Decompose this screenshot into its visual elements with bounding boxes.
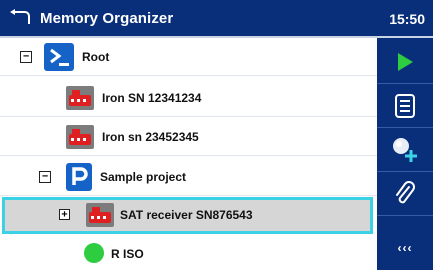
page-title: Memory Organizer xyxy=(40,9,174,27)
clock: 15:50 xyxy=(389,11,425,27)
object-red-device-icon xyxy=(86,203,114,227)
play-icon xyxy=(398,52,413,71)
tree-node-project[interactable]: − Sample project xyxy=(0,158,377,196)
object-red-device-icon xyxy=(66,86,94,110)
attach-button[interactable] xyxy=(377,172,433,216)
view-results-button[interactable] xyxy=(377,84,433,128)
tree-node-label: Iron sn 23452345 xyxy=(102,130,199,144)
start-test-button[interactable] xyxy=(377,40,433,84)
tree-node-object[interactable]: Iron SN 12341234 xyxy=(0,79,377,117)
title-bar: Memory Organizer 15:50 xyxy=(0,0,433,38)
tree-node-selected-object[interactable]: + SAT receiver SN876543 xyxy=(2,197,373,234)
project-p-icon xyxy=(66,163,92,191)
tree-node-root[interactable]: − Root xyxy=(0,38,377,76)
tree-node-measurement[interactable]: R ISO xyxy=(0,237,377,270)
back-button[interactable] xyxy=(0,0,40,37)
tree-node-label: Sample project xyxy=(100,170,187,184)
expand-toggle-object[interactable]: + xyxy=(59,209,70,220)
memory-tree: − Root Iron SN 12341234 Iron sn 23452345… xyxy=(0,38,377,270)
more-options-label: ‹‹‹ xyxy=(397,241,413,255)
status-dot-icon xyxy=(84,243,104,263)
tree-node-label: SAT receiver SN876543 xyxy=(120,208,253,222)
tree-node-label: Iron SN 12341234 xyxy=(102,91,202,105)
list-icon xyxy=(395,93,415,118)
side-action-panel: ‹‹‹ xyxy=(377,38,433,270)
attach-clip-icon xyxy=(396,180,415,203)
root-terminal-icon xyxy=(44,43,74,71)
tree-node-label: R ISO xyxy=(111,247,144,261)
back-arrow-icon xyxy=(10,9,30,24)
collapse-toggle-root[interactable]: − xyxy=(20,51,32,63)
tree-node-label: Root xyxy=(82,50,110,64)
more-options-button[interactable]: ‹‹‹ xyxy=(377,226,433,270)
object-red-device-icon xyxy=(66,125,94,149)
add-node-icon xyxy=(393,137,417,162)
collapse-toggle-project[interactable]: − xyxy=(39,171,51,183)
add-node-button[interactable] xyxy=(377,128,433,172)
tree-node-object[interactable]: Iron sn 23452345 xyxy=(0,118,377,156)
